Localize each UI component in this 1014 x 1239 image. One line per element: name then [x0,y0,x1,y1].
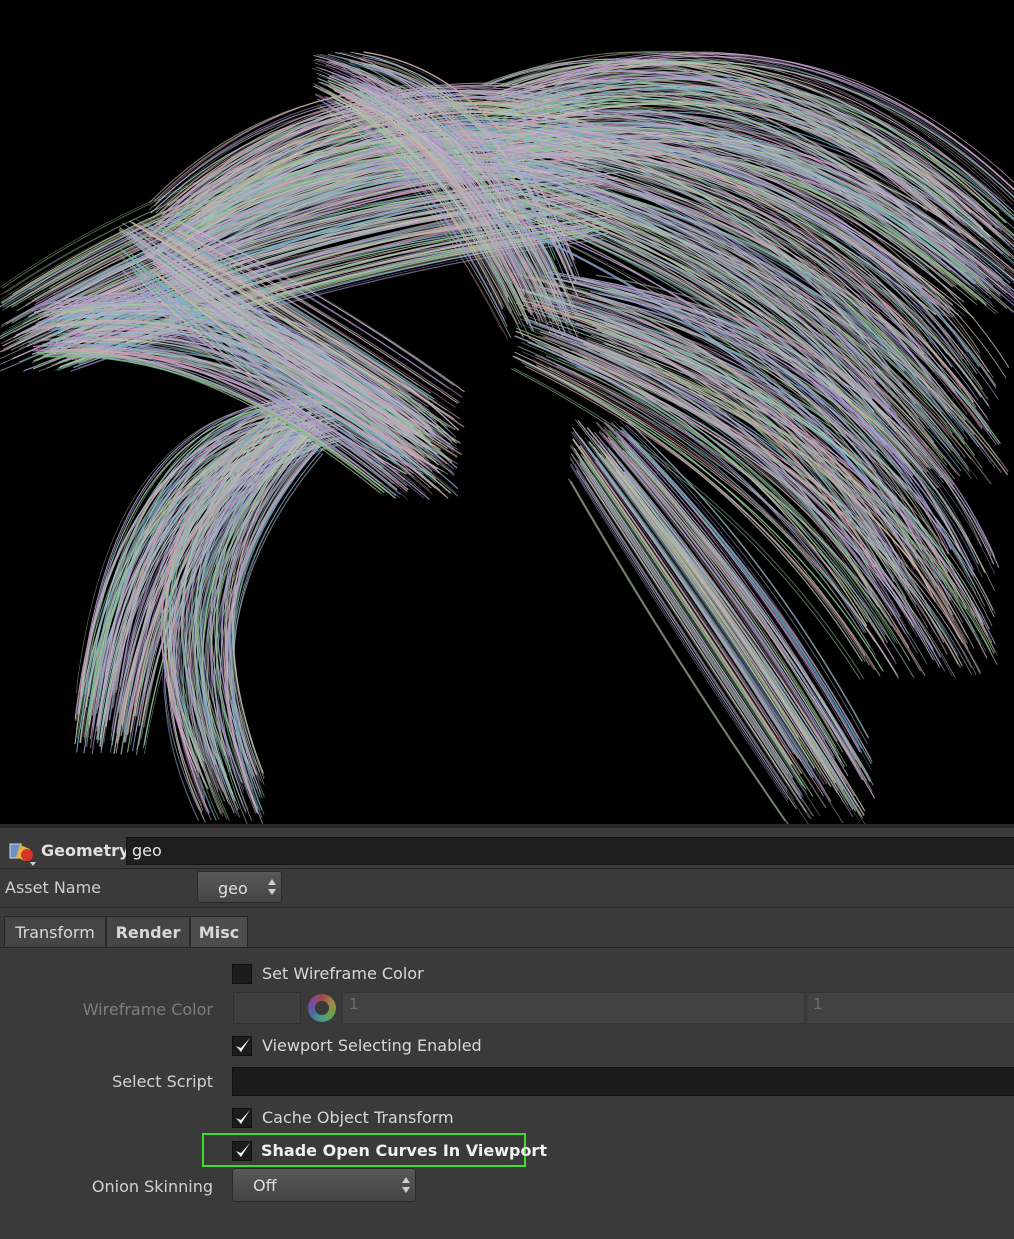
wireframe-color-r-field: 1 [342,992,805,1024]
tab-divider [0,947,1014,948]
wireframe-color-swatch [233,992,301,1024]
parameter-panel: Geometry geo Asset Name geo Transform Re… [0,824,1014,1239]
set-wireframe-color-label: Set Wireframe Color [262,964,424,983]
hair-render [0,51,1014,824]
wireframe-color-g-field: 1 [806,992,1014,1024]
onion-skinning-value: Off [253,1176,277,1195]
select-script-label: Select Script [112,1072,213,1091]
checkmark-icon [236,1143,250,1157]
divider [0,868,1014,869]
wireframe-color-label: Wireframe Color [82,1000,213,1019]
onion-skinning-label: Onion Skinning [91,1177,213,1196]
checkmark-icon [236,1110,250,1124]
checkmark-icon [236,1038,250,1052]
asset-name-menu[interactable]: geo [197,871,282,903]
up-down-arrows-icon [402,1177,410,1193]
select-script-input[interactable] [232,1067,1014,1096]
cache-object-transform-label: Cache Object Transform [262,1108,454,1127]
asset-name-value: geo [218,879,248,898]
tab-transform[interactable]: Transform [4,916,106,948]
geometry-node-icon[interactable] [8,838,36,866]
divider [0,907,1014,908]
asset-name-label: Asset Name [5,878,102,897]
shade-open-curves-label: Shade Open Curves In Viewport [261,1141,547,1160]
color-wheel-icon [308,994,336,1022]
viewport[interactable] [0,0,1014,824]
up-down-arrows-icon [268,879,276,895]
tab-render[interactable]: Render [106,916,190,948]
node-type-label: Geometry [41,841,130,860]
node-name-input[interactable]: geo [126,837,1014,865]
viewport-selecting-label: Viewport Selecting Enabled [262,1036,482,1055]
cache-object-transform-checkbox[interactable] [232,1108,252,1128]
onion-skinning-menu[interactable]: Off [232,1168,416,1202]
viewport-selecting-checkbox[interactable] [232,1036,252,1056]
set-wireframe-color-checkbox[interactable] [232,964,252,984]
shade-open-curves-checkbox[interactable] [232,1141,252,1161]
tab-misc[interactable]: Misc [190,916,248,948]
node-header: Geometry geo [0,832,1014,868]
